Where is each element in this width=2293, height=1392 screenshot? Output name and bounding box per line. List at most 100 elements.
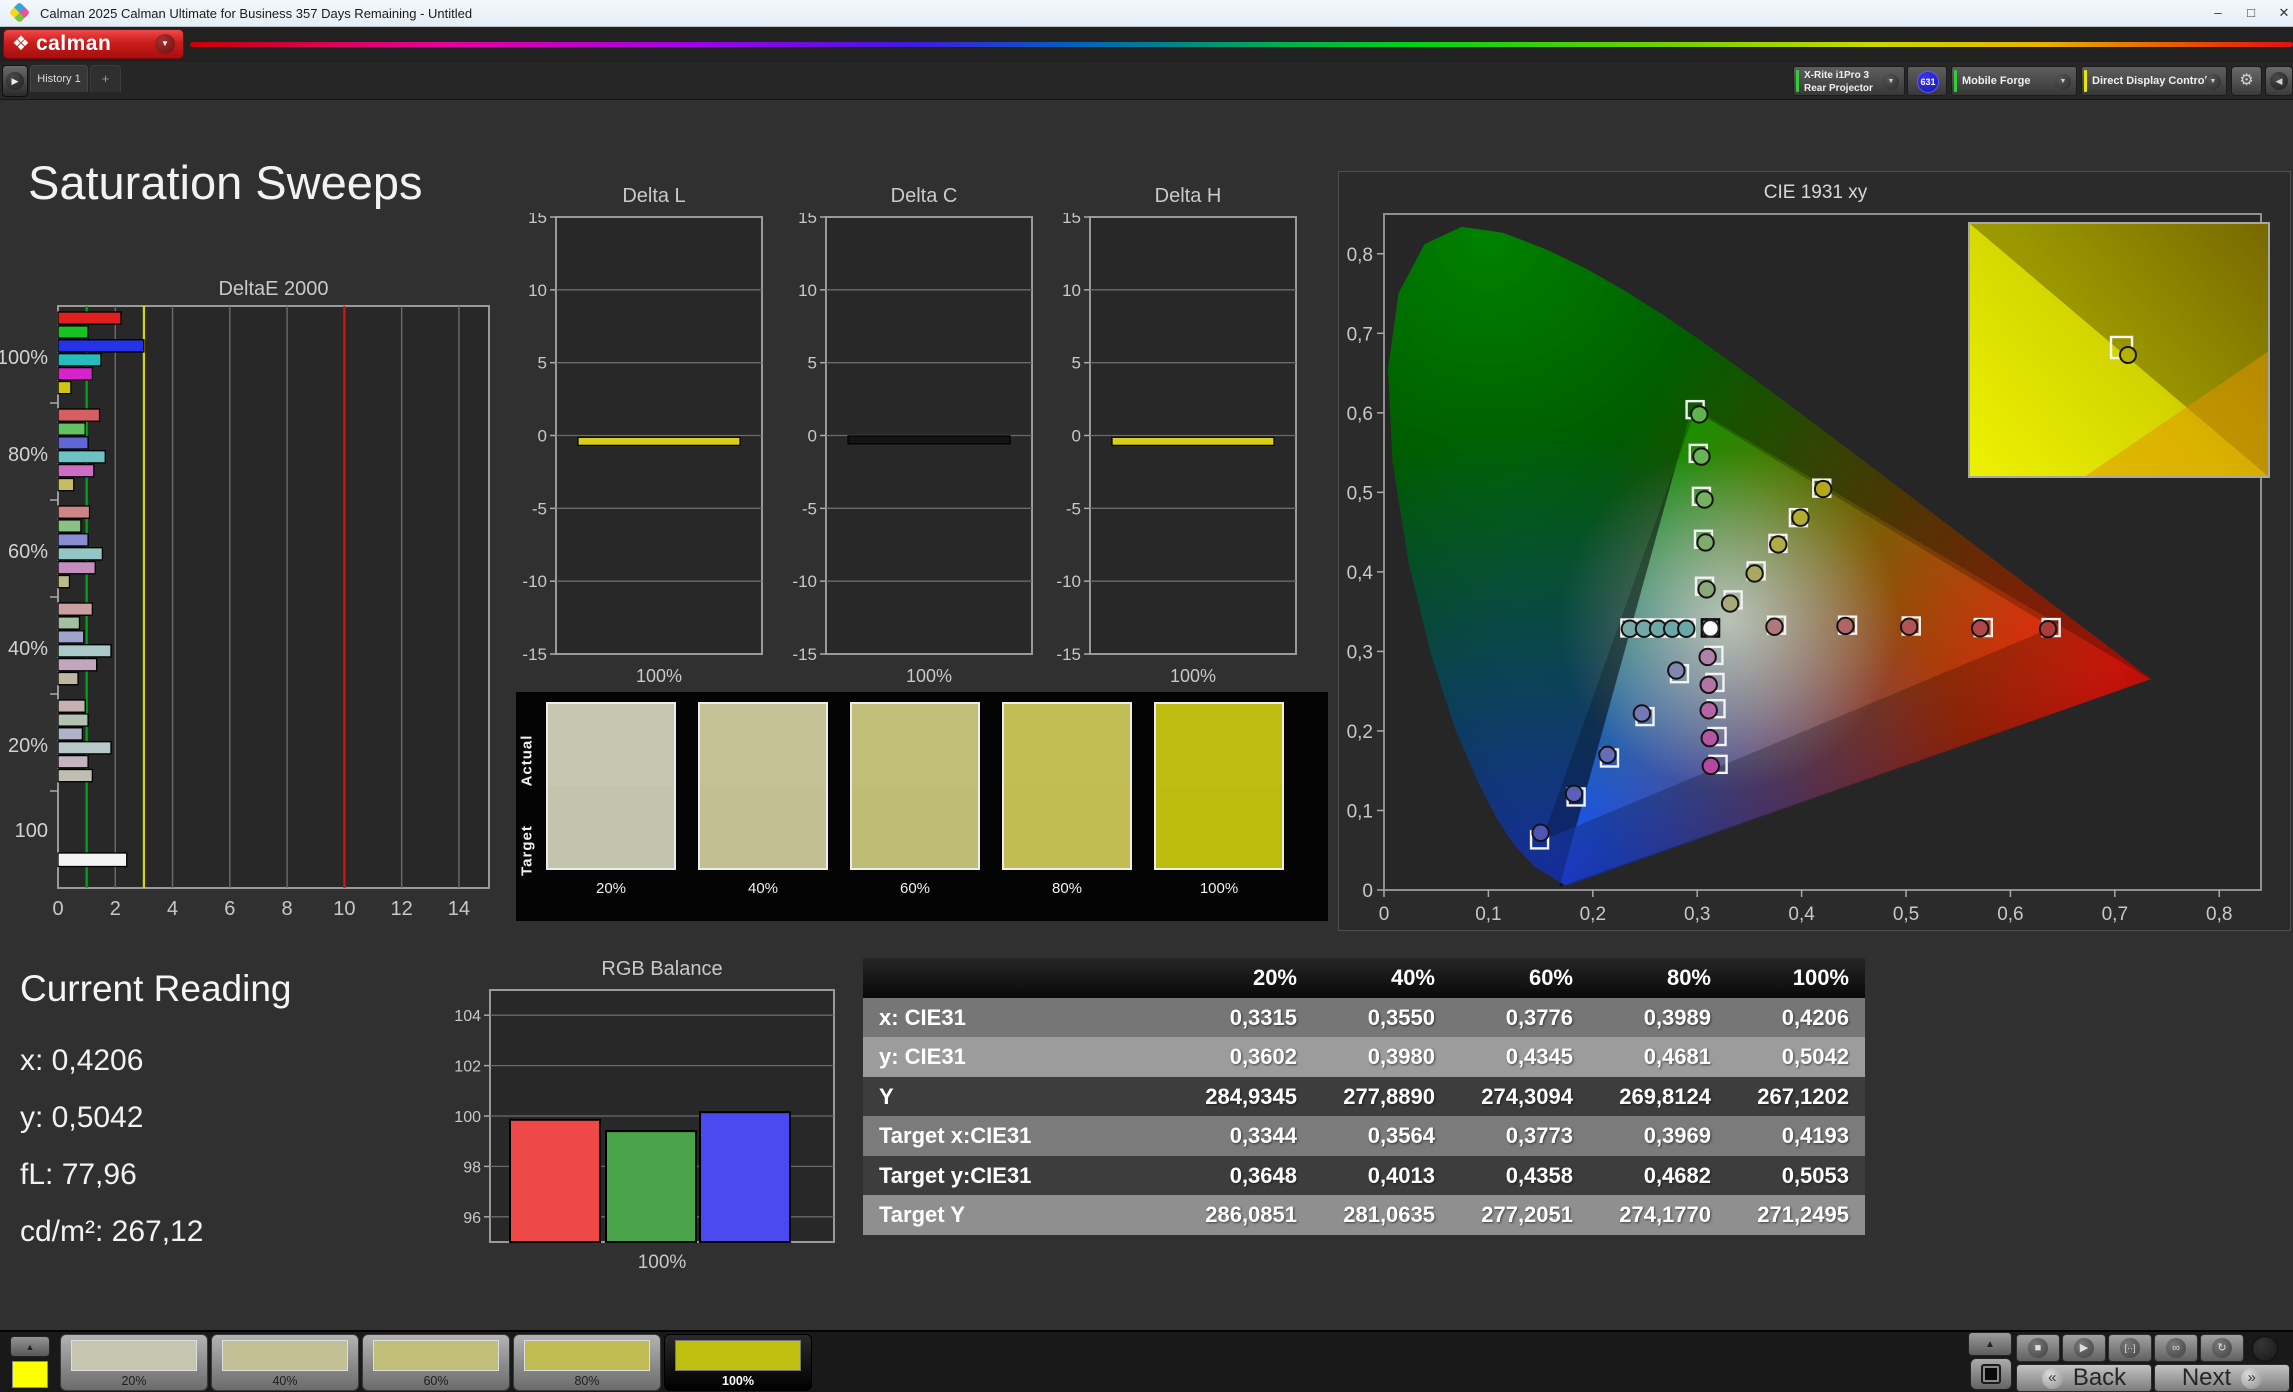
patch-thumbnail-80%[interactable]: 80% <box>513 1334 661 1391</box>
table-column-header: 80% <box>1666 965 1711 990</box>
table-column-header: 60% <box>1528 965 1573 990</box>
back-button[interactable]: « Back <box>2016 1364 2152 1392</box>
measured-point-magenta <box>1699 675 1718 695</box>
table-cell: 0,4682 <box>1643 1162 1711 1188</box>
deltae-bar <box>57 463 95 478</box>
deltae-chart-title: DeltaE 2000 <box>218 278 329 300</box>
actual-swatch <box>852 704 978 786</box>
status-led <box>2252 1336 2278 1362</box>
meter-selector-button[interactable]: X-Rite i1Pro 3 Rear Projector ▼ <box>1793 66 1905 96</box>
cie-zoom-inset <box>1968 222 2270 478</box>
svg-text:5: 5 <box>1072 354 1081 373</box>
svg-text:104: 104 <box>454 1008 481 1025</box>
svg-text:0,5: 0,5 <box>1347 483 1373 504</box>
deltae-bar <box>57 754 89 769</box>
svg-text:0: 0 <box>538 427 547 446</box>
svg-text:0,4: 0,4 <box>1347 563 1374 584</box>
table-row-label: Target Y <box>879 1202 965 1227</box>
meter-badge-button[interactable]: 631 <box>1907 66 1947 96</box>
svg-text:0,5: 0,5 <box>1893 904 1919 925</box>
next-button[interactable]: Next » <box>2154 1364 2290 1392</box>
page-title: Saturation Sweeps <box>28 156 423 209</box>
add-history-tab-button[interactable]: + <box>90 65 121 92</box>
table-cell: 0,4681 <box>1643 1044 1711 1069</box>
svg-text:0,8: 0,8 <box>1347 245 1373 266</box>
deltae-bar <box>57 852 128 868</box>
patch-window-button[interactable] <box>1970 1358 2012 1390</box>
svg-text:15: 15 <box>798 213 817 227</box>
white-point-measured <box>1701 619 1720 638</box>
chevron-down-icon[interactable]: ▼ <box>2055 74 2071 90</box>
transport-collapse-button[interactable]: ▲ <box>1968 1332 2012 1356</box>
patch-thumbnail-60%[interactable]: 60% <box>362 1334 510 1391</box>
svg-text:0: 0 <box>1362 881 1373 902</box>
table-row-label: Target y:CIE31 <box>879 1162 1032 1188</box>
minimize-button[interactable]: – <box>2203 0 2233 26</box>
loop-button[interactable]: ↻ <box>2200 1334 2244 1362</box>
patch-thumbnail-40%[interactable]: 40% <box>211 1334 359 1391</box>
calman-menu-button[interactable]: ❖ calman ▼ <box>3 29 184 59</box>
svg-text:0: 0 <box>808 427 817 446</box>
tab-history-1[interactable]: History 1 <box>30 65 88 92</box>
source-selector-button[interactable]: Mobile Forge ▼ <box>1951 66 2077 96</box>
measure-series-button[interactable]: [··] <box>2108 1334 2152 1362</box>
delta-h-chart: 15 10 5 0 -5 -10 -15 100% <box>1056 213 1297 686</box>
maximize-button[interactable]: □ <box>2236 0 2266 26</box>
table-row-label: y: CIE31 <box>879 1044 966 1069</box>
measured-point-magenta <box>1701 756 1720 776</box>
svg-text:60%: 60% <box>8 541 48 563</box>
calman-diamond-icon: ❖ <box>12 33 30 55</box>
measured-point-green <box>1692 447 1711 466</box>
svg-text:0,7: 0,7 <box>2102 904 2128 925</box>
deltae-bar <box>57 671 79 686</box>
target-swatch <box>1004 786 1130 868</box>
svg-text:96: 96 <box>463 1210 481 1227</box>
table-row: y: CIE31 0,3602 0,3980 0,4345 0,4681 0,5042 <box>863 1037 1865 1077</box>
measured-point-green <box>1696 533 1715 552</box>
chevron-down-icon[interactable]: ▼ <box>2205 74 2221 90</box>
deltae-bar <box>57 616 81 630</box>
actual-row-label: Actual <box>518 734 536 787</box>
thumbnail-swatch <box>222 1340 348 1371</box>
svg-text:15: 15 <box>1062 213 1081 227</box>
filmstrip-scroll-up-button[interactable]: ▲ <box>10 1336 50 1357</box>
app-icon <box>8 1 31 24</box>
measured-point-yellow <box>1813 479 1833 499</box>
svg-text:40%: 40% <box>8 638 48 660</box>
brand-bar: ❖ calman ▼ <box>0 27 2293 62</box>
play-icon: ▶ <box>6 72 24 90</box>
chevron-down-icon[interactable]: ▼ <box>1883 74 1899 90</box>
thumbnail-swatch <box>524 1340 650 1371</box>
continuous-measure-button[interactable]: ∞ <box>2154 1334 2198 1362</box>
table-cell: 277,2051 <box>1481 1202 1573 1227</box>
deltae-2000-chart: 100% 80% 60% 40% 20% 100 0 2 4 6 8 10 12 14 <box>0 305 490 920</box>
meter-name: X-Rite i1Pro 3 <box>1804 70 1870 81</box>
thumbnail-swatch <box>675 1340 801 1371</box>
play-button[interactable]: ▶ <box>2062 1334 2106 1362</box>
close-button[interactable]: ✕ <box>2269 0 2293 26</box>
svg-text:100: 100 <box>15 820 48 842</box>
patch-thumbnail-100%[interactable]: 100% <box>664 1334 812 1391</box>
settings-button[interactable]: ⚙ <box>2231 66 2262 96</box>
patch-thumbnail-20%[interactable]: 20% <box>60 1334 208 1391</box>
deltae-bar <box>57 699 86 713</box>
history-prev-button[interactable]: ▶ <box>2 65 28 97</box>
chevrons-left-icon: « <box>2041 1367 2063 1389</box>
svg-text:15: 15 <box>528 213 547 227</box>
chevron-down-icon[interactable]: ▼ <box>155 34 175 54</box>
table-cell: 0,3776 <box>1505 1004 1573 1030</box>
collapse-panel-button[interactable]: ◀ <box>2265 66 2293 96</box>
table-row: Target Y 286,0851 281,0635 277,2051 274,1770… <box>863 1195 1865 1235</box>
deltae-bar <box>57 311 122 325</box>
table-cell: 0,4193 <box>1781 1123 1849 1148</box>
display-control-button[interactable]: Direct Display Control ▼ <box>2081 66 2227 96</box>
svg-text:12: 12 <box>391 898 413 920</box>
swatch-label: 40% <box>747 880 779 897</box>
bottom-bar: ▲ 20% 40% 60% 80% 100% ▲ ■ ▶ [··] ∞ ↻ « Back Nex… <box>0 1330 2293 1392</box>
svg-text:0,2: 0,2 <box>1580 904 1606 925</box>
toolbar: ▶ History 1 + X-Rite i1Pro 3 Rear Projec… <box>0 62 2293 100</box>
stop-button[interactable]: ■ <box>2016 1334 2060 1362</box>
delta-h-title: Delta H <box>1154 185 1222 207</box>
deltae-bar <box>57 450 106 464</box>
deltae-bar <box>57 630 85 644</box>
